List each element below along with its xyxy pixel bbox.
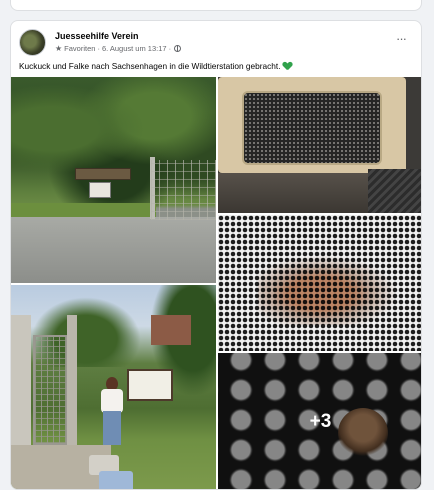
photo-detail [103,411,121,445]
photo-detail [75,168,131,180]
meta-separator: · [168,44,172,53]
previous-post-card [10,0,422,11]
photo-detail [33,335,68,445]
post-text: Kuckuck und Falke nach Sachsenhagen in d… [19,61,292,71]
post-meta: ★ Favoriten · 6. August um 13:17 · [55,44,182,53]
photo-more-overlay[interactable]: +3 [218,353,421,489]
star-icon: ★ [55,44,63,53]
post-header: Juesseehilfe Verein ★ Favoriten · 6. Aug… [19,29,413,59]
post-text-content: Kuckuck und Falke nach Sachsenhagen in d… [19,61,281,71]
favorites-label: Favoriten [64,44,96,53]
meta-separator: · [97,44,100,53]
photo-woman-at-gate[interactable] [11,285,216,489]
more-options-button[interactable]: ··· [391,32,411,53]
photo-detail [151,315,191,345]
photo-mesh-bird[interactable] [218,215,421,351]
photo-detail [151,160,216,220]
author-name[interactable]: Juesseehilfe Verein [55,31,139,41]
globe-icon [174,45,182,52]
photo-detail [67,315,77,445]
photo-detail [101,389,123,413]
photo-detail [99,377,125,447]
photo-detail [368,169,421,213]
photo-detail [242,91,382,165]
photo-detail [89,182,111,198]
photo-detail [258,255,398,325]
photo-entrance[interactable] [11,77,216,283]
post-date[interactable]: 6. August um 13:17 [102,44,167,53]
photo-detail [127,369,173,401]
post-card: Juesseehilfe Verein ★ Favoriten · 6. Aug… [10,20,422,490]
photo-transport-box[interactable] [218,77,421,213]
avatar[interactable] [19,29,46,56]
photo-detail [11,217,216,283]
green-heart-icon [283,62,292,70]
extra-photos-count: +3 [309,411,332,432]
photo-detail [99,471,133,489]
